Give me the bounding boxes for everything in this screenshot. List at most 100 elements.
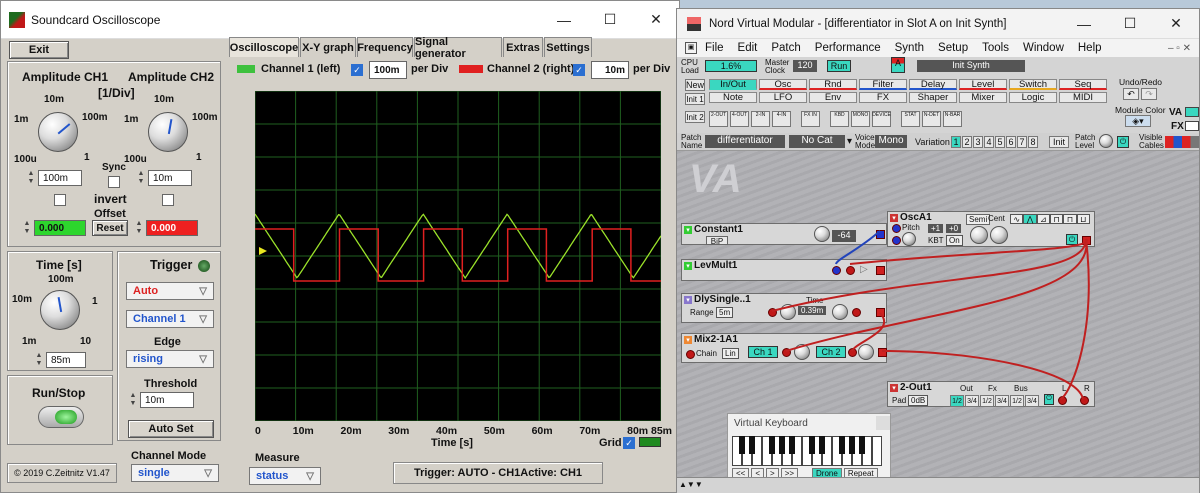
synth-name-field[interactable]: Init Synth <box>917 60 1025 72</box>
variation-button[interactable]: 7 <box>1017 136 1027 148</box>
run-button[interactable]: Run <box>827 60 851 72</box>
autoset-button[interactable]: Auto Set <box>128 420 214 438</box>
patch-name-field[interactable]: differentiator <box>705 135 785 148</box>
invert-ch1-checkbox[interactable] <box>54 194 66 206</box>
visible-cables-toggles[interactable] <box>1165 136 1199 148</box>
statusbar-nav-icon[interactable]: ▲▼▼ <box>679 480 703 489</box>
amp2-value-field[interactable]: 10m <box>148 170 192 186</box>
channel-mode-select[interactable]: single ▽ <box>131 464 219 482</box>
category-lfo[interactable]: LFO <box>759 92 807 103</box>
module-n-det-icon[interactable]: N-DET <box>922 111 941 127</box>
category-switch[interactable]: Switch <box>1009 79 1057 90</box>
category-filter[interactable]: Filter <box>859 79 907 90</box>
init1-button[interactable]: Init 1 <box>685 93 705 105</box>
module-4-in-icon[interactable]: 4-IN <box>772 111 791 127</box>
nord-minimize-button[interactable]: — <box>1061 9 1107 39</box>
reset-button[interactable]: Reset <box>92 220 128 236</box>
slot-a-button[interactable]: A <box>891 57 905 73</box>
module-2-in-icon[interactable]: 2-IN <box>751 111 770 127</box>
category-seq[interactable]: Seq <box>1059 79 1107 90</box>
runstop-button[interactable] <box>38 406 84 428</box>
vk-black-key[interactable] <box>789 436 795 454</box>
init2-button[interactable]: Init 2 <box>685 111 705 123</box>
category-level[interactable]: Level <box>959 79 1007 90</box>
module-kbd-icon[interactable]: KBD <box>830 111 849 127</box>
tab-signal-generator[interactable]: Signal generator <box>414 36 502 60</box>
vk-black-key[interactable] <box>849 436 855 454</box>
tab-xy-graph[interactable]: X-Y graph <box>300 37 356 57</box>
category-rnd[interactable]: Rnd <box>809 79 857 90</box>
module-stat-icon[interactable]: STAT <box>901 111 920 127</box>
tab-extras[interactable]: Extras <box>503 37 543 57</box>
menu-help[interactable]: Help <box>1078 42 1102 54</box>
ch1-enable-checkbox[interactable]: ✓ <box>351 64 363 76</box>
category-in-out[interactable]: In/Out <box>709 79 757 90</box>
menu-setup[interactable]: Setup <box>938 42 968 54</box>
vk-black-key[interactable] <box>739 436 745 454</box>
module-color-select[interactable]: ◈▾ <box>1125 115 1151 127</box>
threshold-spinner[interactable]: ▲ ▼ <box>128 392 138 408</box>
variation-button[interactable]: 8 <box>1028 136 1038 148</box>
category-env[interactable]: Env <box>809 92 857 103</box>
patch-canvas[interactable]: VA ▾ Constant1 BiP -64 ▾ OscA1 Pitch +1 … <box>677 151 1199 479</box>
invert-ch2-checkbox[interactable] <box>162 194 174 206</box>
time-spinner[interactable]: ▲ ▼ <box>34 352 44 368</box>
vk-black-key[interactable] <box>769 436 775 454</box>
menu-edit[interactable]: Edit <box>738 42 758 54</box>
menu-patch[interactable]: Patch <box>771 42 800 54</box>
tab-oscilloscope[interactable]: Oscilloscope <box>229 37 299 57</box>
close-button[interactable]: ✕ <box>633 1 679 39</box>
time-value-field[interactable]: 85m <box>46 352 86 368</box>
amp1-value-field[interactable]: 100m <box>38 170 82 186</box>
module-2-out-icon[interactable]: 2-OUT <box>709 111 728 127</box>
amp-ch1-knob[interactable] <box>38 112 78 152</box>
new-button[interactable]: New <box>685 79 705 91</box>
vk-black-key[interactable] <box>749 436 755 454</box>
vk-black-key[interactable] <box>819 436 825 454</box>
offset1-spinner[interactable]: ▲ ▼ <box>22 220 32 236</box>
variation-button[interactable]: 2 <box>962 136 972 148</box>
mdi-controls-icon[interactable]: – ▫ ✕ <box>1168 43 1191 54</box>
voice-mode-field[interactable]: Mono <box>875 135 907 148</box>
sync-checkbox[interactable] <box>108 176 120 188</box>
category-shaper[interactable]: Shaper <box>909 92 957 103</box>
offset2-spinner[interactable]: ▲ ▼ <box>134 220 144 236</box>
variation-button[interactable]: 6 <box>1006 136 1016 148</box>
maximize-button[interactable]: ☐ <box>587 1 633 39</box>
vk-black-key[interactable] <box>779 436 785 454</box>
vk-black-key[interactable] <box>859 436 865 454</box>
category-arrow-icon[interactable]: ▾ <box>847 136 852 147</box>
category-note[interactable]: Note <box>709 92 757 103</box>
module-mono-icon[interactable]: MONO <box>851 111 870 127</box>
nord-close-button[interactable]: ✕ <box>1153 9 1199 39</box>
module-fx in-icon[interactable]: FX IN <box>801 111 820 127</box>
offset1-field[interactable]: 0.000 <box>34 220 86 236</box>
module-n-bar-icon[interactable]: N-BAR <box>943 111 962 127</box>
category-fx[interactable]: FX <box>859 92 907 103</box>
offset2-field[interactable]: 0.000 <box>146 220 198 236</box>
module-4-out-icon[interactable]: 4-OUT <box>730 111 749 127</box>
patch-level-knob[interactable] <box>1099 134 1113 148</box>
category-delay[interactable]: Delay <box>909 79 957 90</box>
vk-white-key[interactable] <box>872 436 882 466</box>
redo-icon[interactable]: ↷ <box>1141 88 1157 100</box>
grid-color-swatch[interactable] <box>639 437 661 447</box>
variation-button[interactable]: 5 <box>995 136 1005 148</box>
ch1-div-field[interactable]: 100m <box>369 61 407 79</box>
category-logic[interactable]: Logic <box>1009 92 1057 103</box>
master-clock-value[interactable]: 120 <box>793 60 817 72</box>
menu-window[interactable]: Window <box>1023 42 1064 54</box>
menu-tools[interactable]: Tools <box>982 42 1009 54</box>
threshold-field[interactable]: 10m <box>140 392 194 408</box>
category-select[interactable]: No Cat <box>789 135 845 148</box>
ch2-enable-checkbox[interactable]: ✓ <box>573 64 585 76</box>
edge-select[interactable]: rising ▽ <box>126 350 214 368</box>
ch2-div-field[interactable]: 10m <box>591 61 629 79</box>
undo-icon[interactable]: ↶ <box>1123 88 1139 100</box>
variation-init-button[interactable]: Init <box>1049 136 1069 148</box>
menu-file[interactable]: File <box>705 42 724 54</box>
nord-maximize-button[interactable]: ☐ <box>1107 9 1153 39</box>
category-mixer[interactable]: Mixer <box>959 92 1007 103</box>
category-midi[interactable]: MIDI <box>1059 92 1107 103</box>
module-device-icon[interactable]: DEVICE <box>872 111 891 127</box>
